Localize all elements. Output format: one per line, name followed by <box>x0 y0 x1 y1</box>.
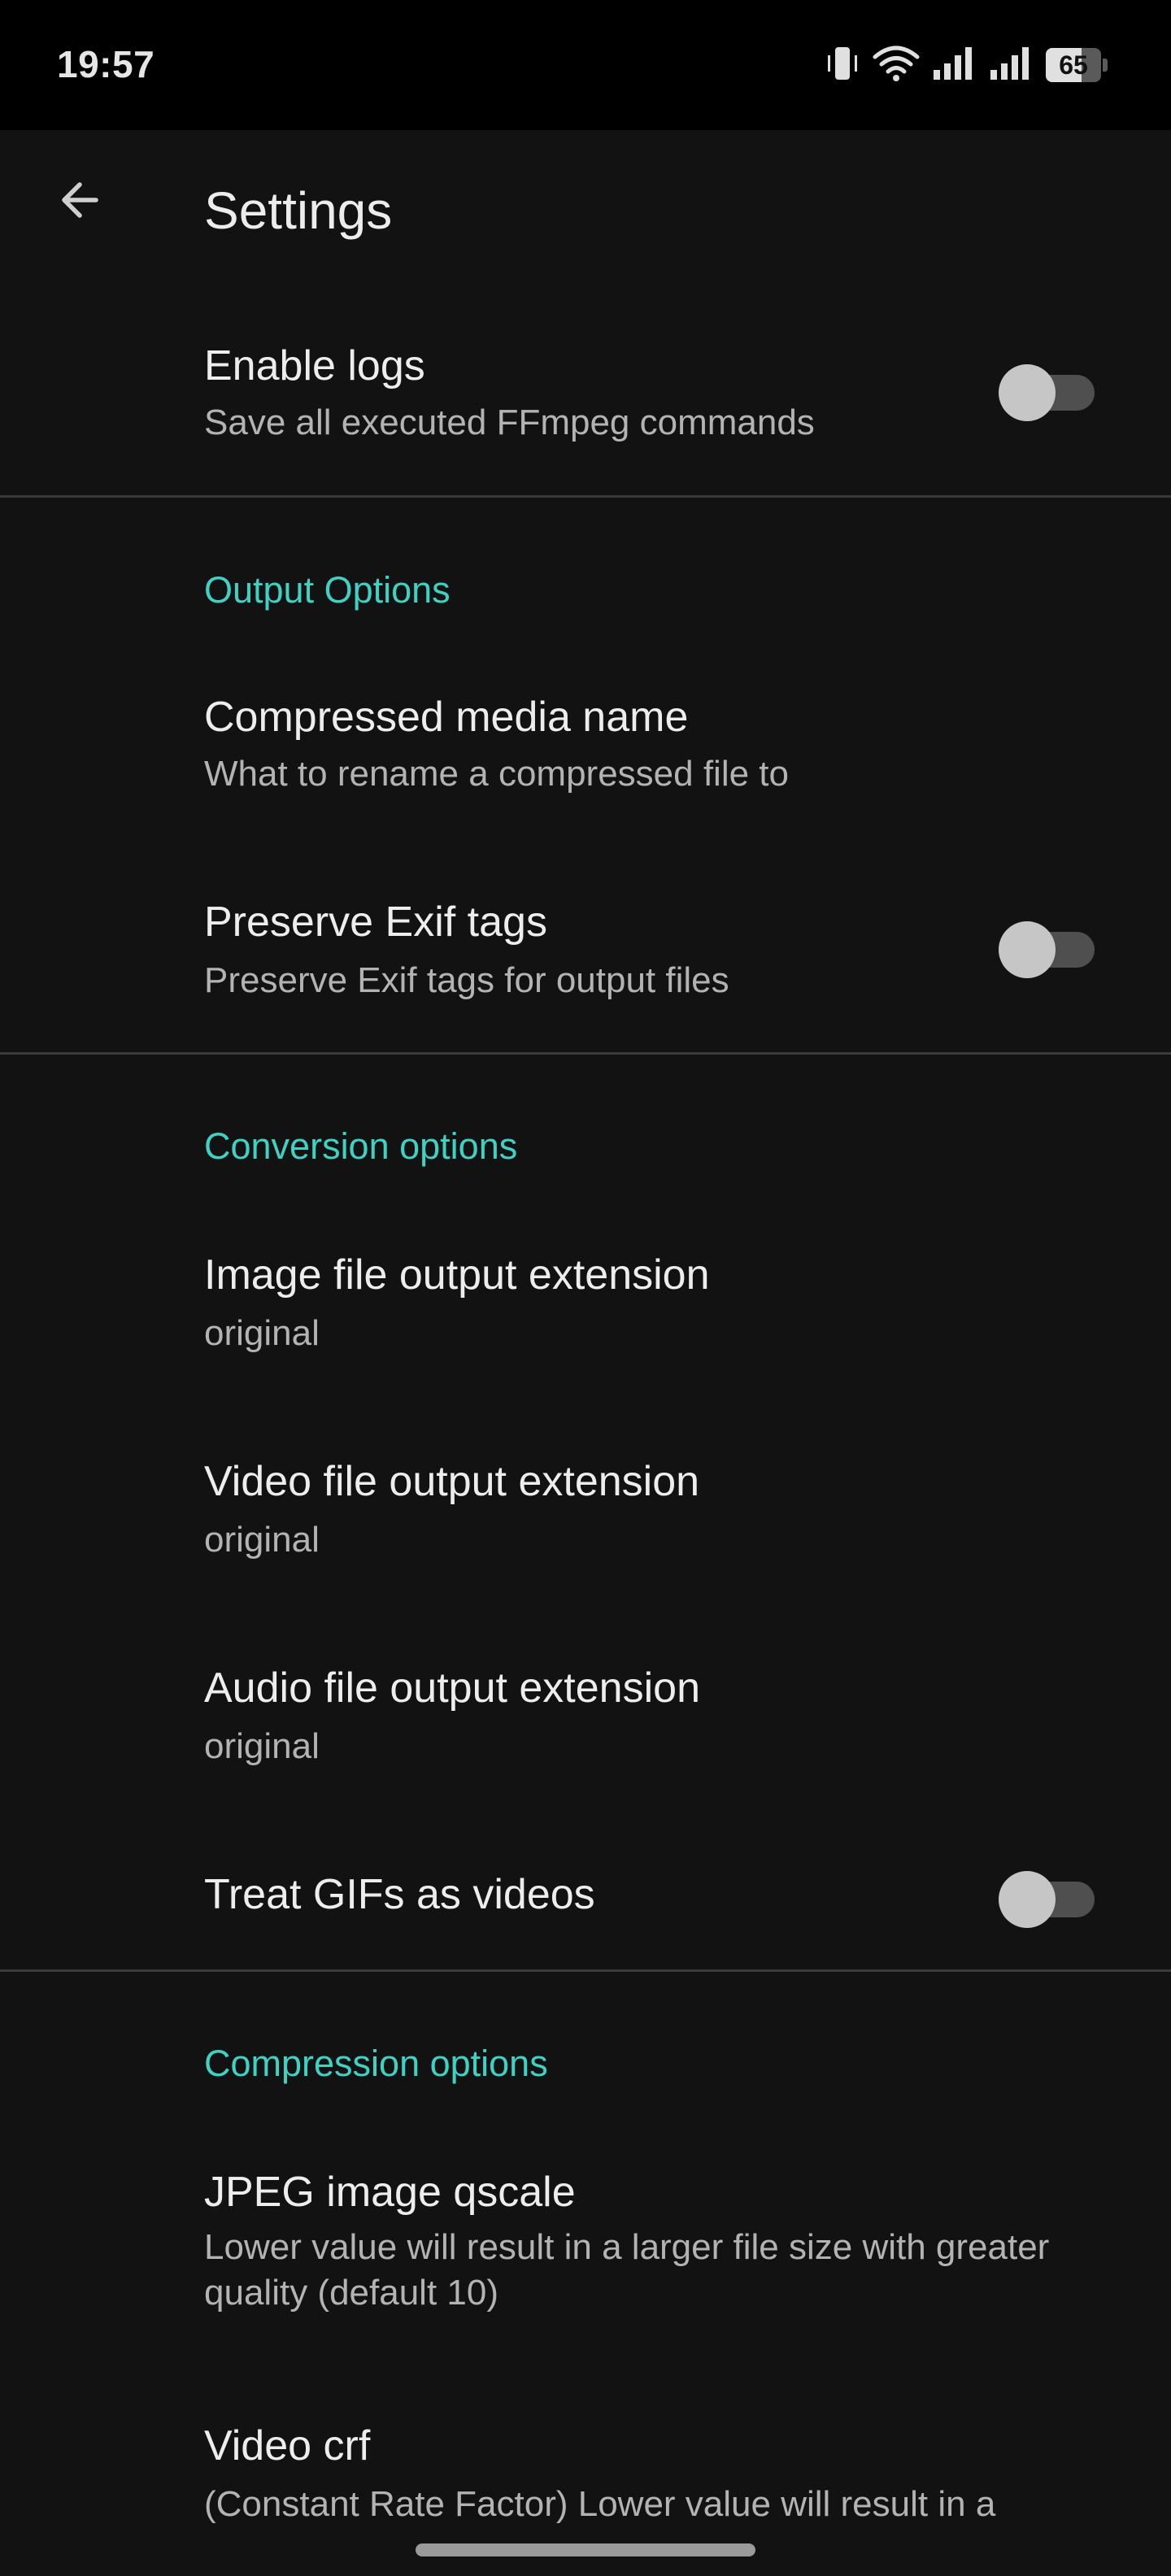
pref-summary: original <box>204 1520 320 1560</box>
vibrate-icon <box>825 44 860 87</box>
navigation-handle[interactable] <box>416 2543 755 2556</box>
treat-gifs-switch[interactable] <box>999 1865 1096 1928</box>
divider <box>0 1969 1171 1972</box>
pref-summary: Lower value will result in a larger file… <box>204 2227 1050 2313</box>
pref-treat-gifs-as-videos[interactable]: Treat GIFs as videos <box>0 1846 1171 1952</box>
pref-jpeg-qscale[interactable]: JPEG image qscale Lower value will resul… <box>0 2153 1171 2348</box>
pref-summary: (Constant Rate Factor) Lower value will … <box>204 2484 996 2524</box>
pref-summary: What to rename a compressed file to <box>204 754 789 794</box>
status-time: 19:57 <box>57 43 155 85</box>
pref-title: Video crf <box>204 2422 371 2469</box>
pref-audio-output-extension[interactable]: Audio file output extension original <box>0 1647 1171 1810</box>
divider <box>0 1052 1171 1055</box>
battery-icon: 65 <box>1046 48 1108 82</box>
app-bar: Settings <box>0 130 1171 293</box>
pref-video-output-extension[interactable]: Video file output extension original <box>0 1441 1171 1603</box>
preserve-exif-switch[interactable] <box>999 916 1096 978</box>
wifi-icon <box>872 44 921 87</box>
status-icons: 65 <box>825 42 1108 88</box>
pref-summary: Preserve Exif tags for output files <box>204 960 729 1000</box>
pref-summary: Save all executed FFmpeg commands <box>204 402 815 442</box>
pref-title: Image file output extension <box>204 1251 710 1299</box>
arrow-left-icon <box>54 174 106 230</box>
battery-level: 65 <box>1059 50 1088 80</box>
pref-title: JPEG image qscale <box>204 2169 576 2216</box>
page-title: Settings <box>204 181 393 240</box>
pref-preserve-exif[interactable]: Preserve Exif tags Preserve Exif tags fo… <box>0 883 1171 1046</box>
back-button[interactable] <box>41 163 119 241</box>
category-conversion-options: Conversion options <box>204 1125 518 1167</box>
status-bar: 19:57 65 <box>0 0 1171 130</box>
category-compression-options: Compression options <box>204 2043 548 2084</box>
pref-title: Compressed media name <box>204 694 689 741</box>
signal-icon <box>932 44 977 87</box>
signal-icon <box>989 44 1034 87</box>
pref-title: Preserve Exif tags <box>204 899 547 946</box>
category-output-options: Output Options <box>204 569 451 611</box>
pref-compressed-media-name[interactable]: Compressed media name What to rename a c… <box>0 678 1171 841</box>
divider <box>0 495 1171 498</box>
pref-enable-logs[interactable]: Enable logs Save all executed FFmpeg com… <box>0 325 1171 491</box>
pref-title: Treat GIFs as videos <box>204 1871 595 1918</box>
pref-title: Audio file output extension <box>204 1664 700 1712</box>
pref-summary: original <box>204 1313 320 1353</box>
pref-image-output-extension[interactable]: Image file output extension original <box>0 1234 1171 1397</box>
pref-title: Video file output extension <box>204 1458 700 1505</box>
enable-logs-switch[interactable] <box>999 359 1096 421</box>
pref-summary: original <box>204 1726 320 1766</box>
pref-title: Enable logs <box>204 342 425 389</box>
